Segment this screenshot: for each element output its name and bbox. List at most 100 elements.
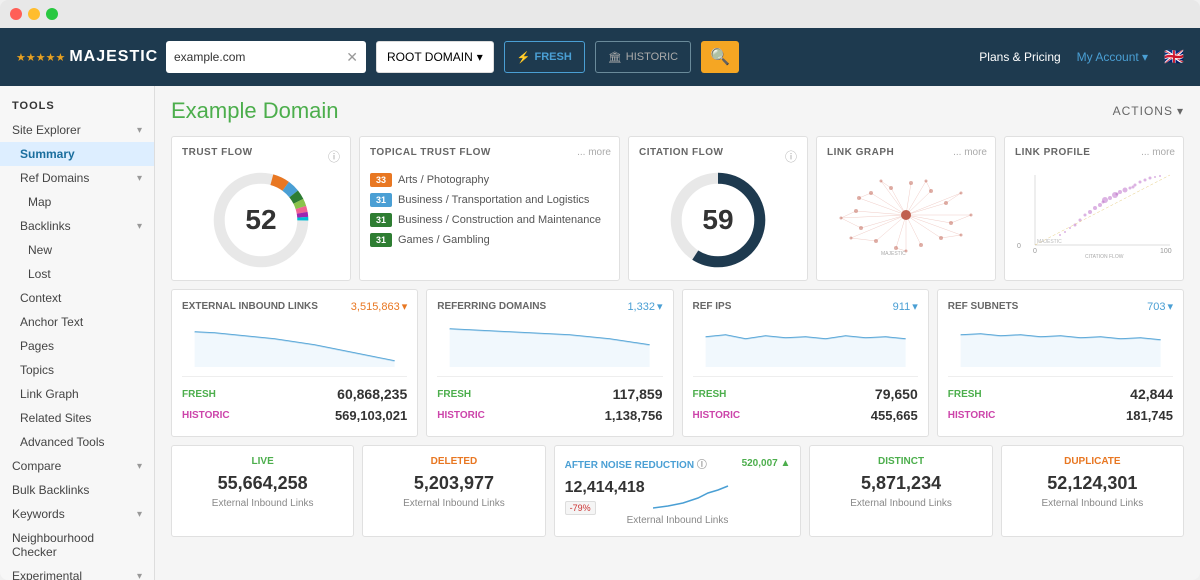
sidebar-item-advanced-tools[interactable]: Advanced Tools <box>0 430 154 454</box>
svg-text:0: 0 <box>1017 243 1021 250</box>
after-noise-sub: External Inbound Links <box>565 515 791 526</box>
after-noise-sparkline <box>653 478 733 513</box>
after-noise-top-value: 520,007 ▲ <box>742 458 791 469</box>
external-inbound-fresh-value: 60,868,235 <box>337 386 407 402</box>
sidebar-item-ref-domains[interactable]: Ref Domains ▾ <box>0 166 154 190</box>
bottom-cards-row: LIVE 55,664,258 External Inbound Links D… <box>171 445 1184 537</box>
sidebar-item-context[interactable]: Context <box>0 286 154 310</box>
sidebar-item-backlinks[interactable]: Backlinks ▾ <box>0 214 154 238</box>
sidebar-item-site-explorer[interactable]: Site Explorer ▾ <box>0 118 154 142</box>
ref-subnets-historic-row: HISTORIC 181,745 <box>948 405 1173 426</box>
distinct-value: 5,871,234 <box>820 473 981 494</box>
maximize-dot[interactable] <box>46 8 58 20</box>
ref-subnets-card: REF SUBNETS 703 ▾ FRESH <box>937 289 1184 437</box>
link-profile-title: LINK PROFILE <box>1015 147 1090 158</box>
historic-button[interactable]: 🏛 HISTORIC <box>595 41 691 73</box>
sidebar: TOOLS Site Explorer ▾ Summary Ref Domain… <box>0 86 155 580</box>
deleted-card: DELETED 5,203,977 External Inbound Links <box>362 445 545 537</box>
ref-subnets-sparkline <box>948 317 1173 367</box>
svg-text:CITATION FLOW: CITATION FLOW <box>1085 254 1124 260</box>
chevron-icon: ▾ <box>137 461 142 472</box>
ttf-badge-1: 33 <box>370 173 392 187</box>
page-title: Example Domain <box>171 98 339 124</box>
referring-domains-fresh-row: FRESH 117,859 <box>437 383 662 405</box>
search-go-button[interactable]: 🔍 <box>701 41 739 73</box>
fresh-button[interactable]: ⚡ FRESH <box>504 41 585 73</box>
body: TOOLS Site Explorer ▾ Summary Ref Domain… <box>0 86 1200 580</box>
search-bar: ✕ <box>166 41 366 73</box>
trust-flow-value: 52 <box>245 204 276 236</box>
sidebar-item-bulk-backlinks[interactable]: Bulk Backlinks <box>0 478 154 502</box>
sidebar-item-topics[interactable]: Topics <box>0 358 154 382</box>
referring-domains-sparkline <box>437 317 662 367</box>
external-inbound-fresh-row: FRESH 60,868,235 <box>182 383 407 405</box>
sidebar-item-pages[interactable]: Pages <box>0 334 154 358</box>
trust-flow-card: TRUST FLOW ⓘ <box>171 136 351 281</box>
topical-more-link[interactable]: ... more <box>577 147 611 158</box>
sidebar-item-keywords[interactable]: Keywords ▾ <box>0 502 154 526</box>
sidebar-item-neighbourhood-checker[interactable]: Neighbourhood Checker <box>0 526 154 564</box>
plans-pricing-link[interactable]: Plans & Pricing <box>979 50 1060 64</box>
chevron-icon: ▾ <box>1167 300 1173 313</box>
referring-domains-card: REFERRING DOMAINS 1,332 ▾ FRE <box>426 289 673 437</box>
minimize-dot[interactable] <box>28 8 40 20</box>
logo-star-icon: ★★★★★ <box>16 51 65 64</box>
live-sub: External Inbound Links <box>182 498 343 509</box>
link-profile-card: LINK PROFILE ... more 0 TRUS <box>1004 136 1184 281</box>
trust-flow-info-icon[interactable]: ⓘ <box>328 148 340 165</box>
ref-subnets-fresh-value: 42,844 <box>1130 386 1173 402</box>
referring-domains-historic-value: 1,138,756 <box>605 408 663 423</box>
sidebar-item-new[interactable]: New <box>0 238 154 262</box>
root-domain-dropdown[interactable]: ROOT DOMAIN ▾ <box>376 41 494 73</box>
sidebar-item-compare[interactable]: Compare ▾ <box>0 454 154 478</box>
search-clear-icon[interactable]: ✕ <box>346 49 358 66</box>
referring-domains-top-value[interactable]: 1,332 ▾ <box>627 300 662 313</box>
ttf-badge-3: 31 <box>370 213 392 227</box>
duplicate-sub: External Inbound Links <box>1012 498 1173 509</box>
external-inbound-historic-value: 569,103,021 <box>335 408 407 423</box>
ref-subnets-top-value[interactable]: 703 ▾ <box>1147 300 1173 313</box>
referring-domains-title: REFERRING DOMAINS <box>437 301 546 312</box>
external-inbound-top-value[interactable]: 3,515,863 ▾ <box>351 300 407 313</box>
link-profile-scatter: 0 TRUST FLOW 100 0 CITATION FLOW <box>1015 170 1173 260</box>
sidebar-item-map[interactable]: Map <box>0 190 154 214</box>
external-inbound-card: EXTERNAL INBOUND LINKS 3,515,863 ▾ <box>171 289 418 437</box>
link-profile-more-link[interactable]: ... more <box>1141 147 1175 158</box>
my-account-link[interactable]: My Account ▾ <box>1077 50 1148 64</box>
sidebar-item-link-graph[interactable]: Link Graph <box>0 382 154 406</box>
after-noise-info-icon[interactable]: ⓘ <box>697 460 707 471</box>
logo: ★★★★★ MAJESTIC <box>16 48 156 66</box>
svg-text:MAJESTIC: MAJESTIC <box>1037 239 1062 245</box>
svg-text:MAJESTIC: MAJESTIC <box>881 251 906 257</box>
sidebar-item-related-sites[interactable]: Related Sites <box>0 406 154 430</box>
sidebar-item-summary[interactable]: Summary <box>0 142 154 166</box>
external-inbound-historic-row: HISTORIC 569,103,021 <box>182 405 407 426</box>
language-flag[interactable]: 🇬🇧 <box>1164 47 1184 67</box>
link-graph-title: LINK GRAPH <box>827 147 894 158</box>
ttf-item-3: 31 Business / Construction and Maintenan… <box>370 210 609 230</box>
ref-ips-top-value[interactable]: 911 ▾ <box>893 300 918 313</box>
ttf-item-2: 31 Business / Transportation and Logisti… <box>370 190 609 210</box>
citation-flow-donut: 59 <box>639 170 797 270</box>
close-dot[interactable] <box>10 8 22 20</box>
trust-flow-title: TRUST FLOW <box>182 147 253 158</box>
after-noise-label: AFTER NOISE REDUCTION ⓘ <box>565 456 707 471</box>
ref-ips-historic-row: HISTORIC 455,665 <box>693 405 918 426</box>
chevron-icon: ▾ <box>402 300 408 313</box>
ref-ips-sparkline <box>693 317 918 367</box>
sidebar-item-lost[interactable]: Lost <box>0 262 154 286</box>
citation-flow-value: 59 <box>702 204 733 236</box>
deleted-sub: External Inbound Links <box>373 498 534 509</box>
citation-flow-info-icon[interactable]: ⓘ <box>785 148 797 165</box>
actions-button[interactable]: ACTIONS ▾ <box>1113 104 1184 118</box>
sidebar-item-anchor-text[interactable]: Anchor Text <box>0 310 154 334</box>
chevron-icon: ▾ <box>912 300 918 313</box>
link-graph-more-link[interactable]: ... more <box>953 147 987 158</box>
distinct-card: DISTINCT 5,871,234 External Inbound Link… <box>809 445 992 537</box>
after-noise-value: 12,414,418 <box>565 479 645 497</box>
trust-flow-donut: 52 <box>182 170 340 270</box>
external-inbound-title: EXTERNAL INBOUND LINKS <box>182 301 318 312</box>
sidebar-item-experimental[interactable]: Experimental ▾ <box>0 564 154 580</box>
header-right: Plans & Pricing My Account ▾ 🇬🇧 <box>979 47 1184 67</box>
search-input[interactable] <box>174 50 340 64</box>
